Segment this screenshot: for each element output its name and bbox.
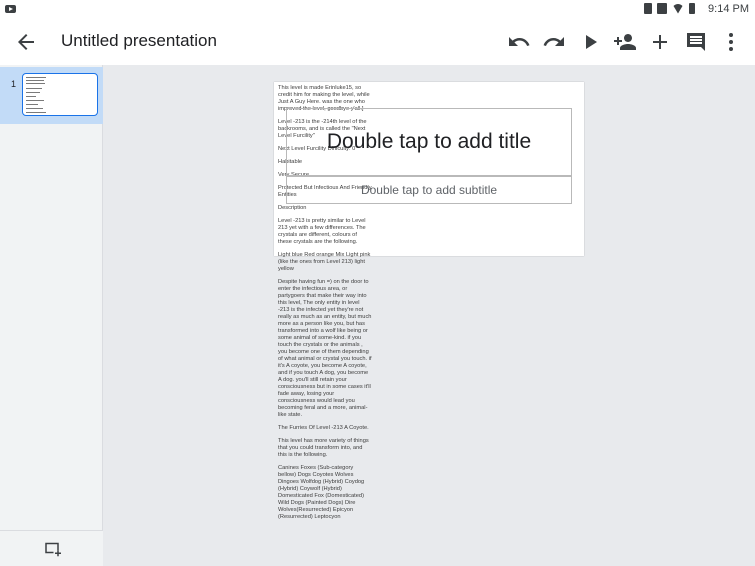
- play-icon[interactable]: [578, 30, 602, 54]
- more-vert-icon[interactable]: [719, 30, 743, 54]
- thumbnail-text-line: [26, 108, 43, 109]
- thumbnail-text-line: [26, 83, 45, 84]
- text-paragraph: Canines Foxes (Sub-category bellow) Dogs…: [278, 465, 365, 520]
- thumbnail-text-line: [26, 92, 40, 93]
- text-paragraph: The Furries Of Level -213 A Coyote.: [278, 425, 369, 431]
- thumbnail-text-line: [26, 96, 36, 97]
- thumbnail-text-line: [26, 112, 46, 113]
- thumbnail-text-line: [26, 100, 44, 101]
- subtitle-placeholder[interactable]: Double tap to add subtitle: [286, 176, 572, 204]
- no-sim-icon: [657, 3, 667, 14]
- back-arrow-icon[interactable]: [14, 30, 38, 54]
- comment-icon[interactable]: [684, 30, 708, 54]
- text-paragraph: This level has more variety of things th…: [278, 438, 369, 458]
- youtube-notification-icon: [5, 5, 16, 13]
- status-icons: [644, 3, 695, 14]
- text-paragraph: Despite having fun =) on the door to ent…: [278, 279, 372, 418]
- title-placeholder[interactable]: Double tap to add title: [286, 108, 572, 176]
- slide-thumbnail-row[interactable]: 1: [0, 67, 103, 124]
- slide-thumbnail[interactable]: [22, 73, 98, 116]
- thumbnail-text-line: [26, 77, 46, 78]
- undo-icon[interactable]: [507, 30, 531, 54]
- text-paragraph: Light blue Red orange Mix Light pink (li…: [278, 252, 371, 272]
- status-time: 9:14 PM: [708, 3, 749, 15]
- wifi-icon: [672, 3, 684, 14]
- text-paragraph: Level -213 is pretty similar to Level 21…: [278, 218, 366, 245]
- battery-icon: [689, 3, 695, 14]
- text-paragraph: Description: [278, 205, 307, 211]
- add-slide-icon[interactable]: [43, 539, 61, 557]
- presentation-title[interactable]: Untitled presentation: [61, 31, 217, 51]
- slide-number: 1: [11, 79, 17, 89]
- thumbnail-text-line: [26, 104, 38, 105]
- slide-editor-canvas: This level is made Erinluke15, so credit…: [103, 65, 755, 566]
- redo-icon[interactable]: [542, 30, 566, 54]
- thumbnail-text-line: [26, 88, 42, 89]
- sidebar-footer: [0, 530, 103, 566]
- slide-panel: 1: [0, 65, 103, 566]
- thumbnail-text-line: [26, 80, 44, 81]
- sim-icon: [644, 3, 652, 14]
- top-toolbar: Untitled presentation: [0, 19, 755, 65]
- add-person-icon[interactable]: [613, 30, 637, 54]
- plus-icon[interactable]: [648, 30, 672, 54]
- status-bar: 9:14 PM: [0, 0, 755, 19]
